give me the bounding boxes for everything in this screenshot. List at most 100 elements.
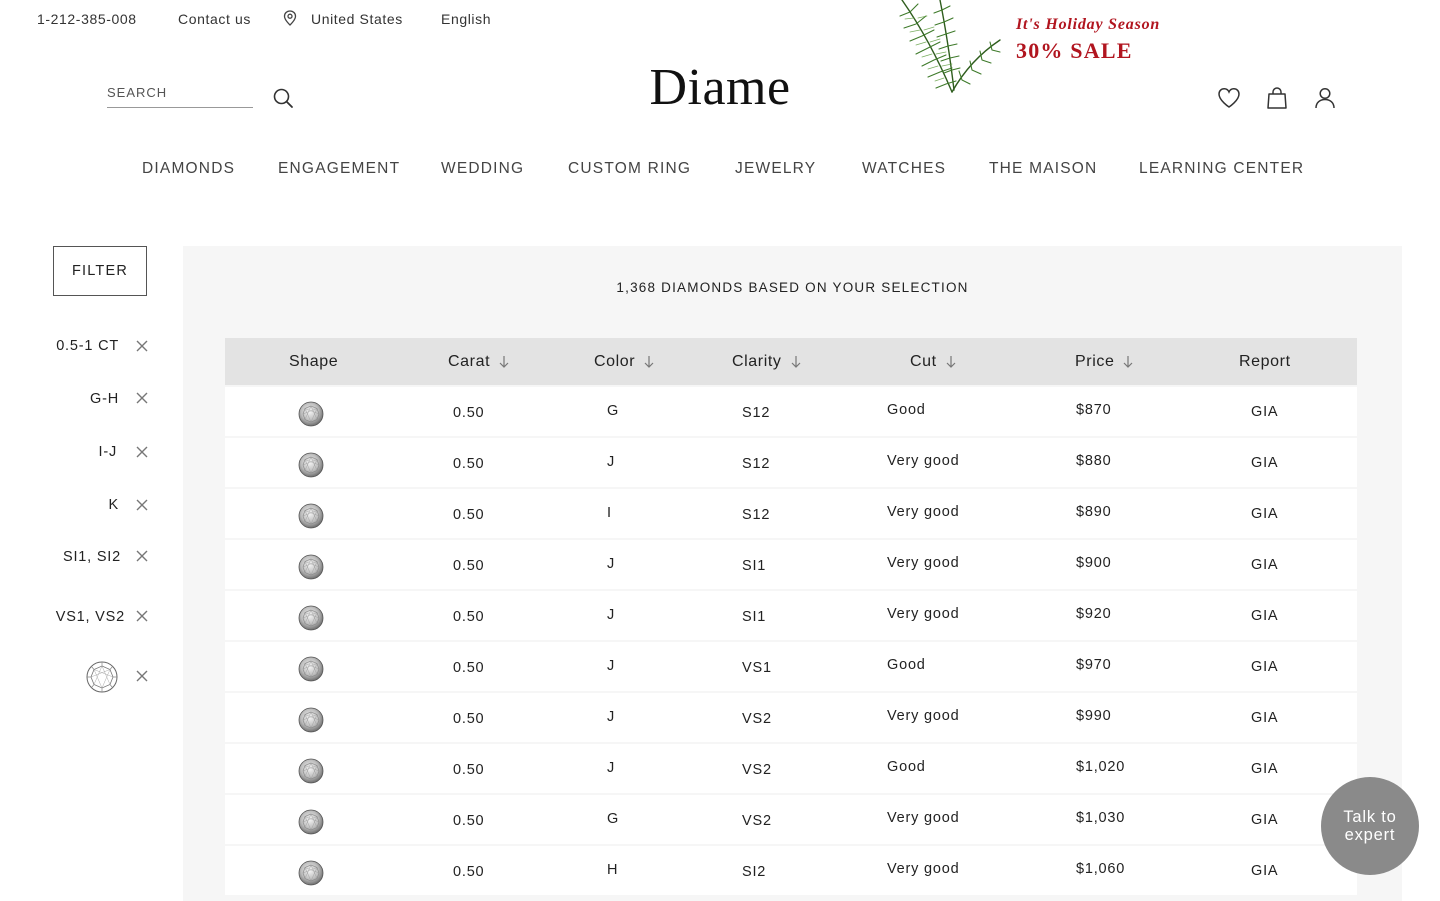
brand-logo[interactable]: Diame [620, 58, 820, 117]
column-header-carat[interactable]: Carat [448, 353, 510, 371]
sort-arrow-down-icon[interactable] [498, 355, 510, 369]
remove-filter-icon[interactable] [134, 390, 150, 406]
filter-button[interactable]: FILTER [53, 246, 147, 296]
country-selector[interactable]: United States [311, 11, 403, 27]
clarity-cell: SI2 [742, 864, 767, 880]
cut-cell: Very good [887, 861, 960, 877]
nav-engagement[interactable]: ENGAGEMENT [278, 160, 400, 178]
language-selector[interactable]: English [441, 11, 491, 27]
color-cell: J [607, 454, 616, 470]
table-row[interactable]: 0.50 J SI1 Very good $920 GIA [225, 591, 1357, 640]
main-nav: DIAMONDS ENGAGEMENT WEDDING CUSTOM RING … [0, 160, 1440, 182]
expert-label-line1: Talk to [1343, 808, 1397, 826]
report-cell[interactable]: GIA [1251, 863, 1278, 879]
carat-cell: 0.50 [453, 813, 485, 829]
clarity-cell: SI1 [742, 558, 767, 574]
remove-filter-icon[interactable] [134, 668, 150, 684]
user-icon[interactable] [1312, 85, 1338, 111]
report-cell[interactable]: GIA [1251, 455, 1278, 471]
report-cell[interactable]: GIA [1251, 710, 1278, 726]
column-header-shape[interactable]: Shape [289, 353, 338, 371]
table-row[interactable]: 0.50 J SI1 Very good $900 GIA [225, 540, 1357, 589]
filter-chip-color-k: K [108, 497, 119, 513]
remove-filter-icon[interactable] [134, 548, 150, 564]
round-diamond-icon [298, 554, 324, 580]
nav-the-maison[interactable]: THE MAISON [989, 160, 1097, 178]
clarity-cell: S12 [742, 405, 771, 421]
search-input[interactable] [107, 85, 253, 100]
remove-filter-icon[interactable] [134, 444, 150, 460]
table-row[interactable]: 0.50 H SI2 Very good $1,060 GIA [225, 846, 1357, 895]
sort-arrow-down-icon[interactable] [1122, 355, 1134, 369]
report-cell[interactable]: GIA [1251, 659, 1278, 675]
filter-chip-carat: 0.5-1 CT [56, 338, 119, 354]
column-header-price[interactable]: Price [1075, 353, 1134, 371]
holiday-promo-banner[interactable]: It's Holiday Season 30% SALE [890, 0, 1190, 95]
filter-chip-color-gh: G-H [90, 391, 119, 407]
round-diamond-icon [298, 656, 324, 682]
nav-jewelry[interactable]: JEWELRY [735, 160, 816, 178]
remove-filter-icon[interactable] [134, 338, 150, 354]
report-cell[interactable]: GIA [1251, 506, 1278, 522]
column-header-cut[interactable]: Cut [910, 353, 957, 371]
price-cell: $880 [1076, 453, 1112, 469]
table-row[interactable]: 0.50 G S12 Good $870 GIA [225, 387, 1357, 436]
nav-custom-ring[interactable]: CUSTOM RING [568, 160, 691, 178]
expert-label-line2: expert [1344, 826, 1396, 844]
sort-arrow-down-icon[interactable] [643, 355, 655, 369]
price-cell: $890 [1076, 504, 1112, 520]
color-cell: G [607, 811, 620, 827]
contact-us-link[interactable]: Contact us [178, 11, 251, 27]
filter-chip-color-ij: I-J [98, 444, 117, 460]
sort-arrow-down-icon[interactable] [790, 355, 802, 369]
round-diamond-icon [298, 809, 324, 835]
promo-headline: It's Holiday Season [1016, 16, 1161, 33]
report-cell[interactable]: GIA [1251, 404, 1278, 420]
carat-cell: 0.50 [453, 609, 485, 625]
cut-cell: Good [887, 759, 926, 775]
remove-filter-icon[interactable] [134, 497, 150, 513]
report-cell[interactable]: GIA [1251, 557, 1278, 573]
table-row[interactable]: 0.50 G VS2 Very good $1,030 GIA [225, 795, 1357, 844]
shopping-bag-icon[interactable] [1264, 85, 1290, 111]
price-cell: $1,030 [1076, 810, 1126, 826]
search-icon[interactable] [272, 87, 294, 109]
carat-cell: 0.50 [453, 456, 485, 472]
filter-chip-clarity-vs: VS1, VS2 [55, 609, 125, 625]
report-cell[interactable]: GIA [1251, 608, 1278, 624]
report-cell[interactable]: GIA [1251, 761, 1278, 777]
heart-icon[interactable] [1216, 85, 1242, 111]
cut-cell: Very good [887, 606, 960, 622]
price-cell: $1,020 [1076, 759, 1126, 775]
remove-filter-icon[interactable] [134, 608, 150, 624]
round-diamond-icon [298, 707, 324, 733]
clarity-cell: VS2 [742, 762, 772, 778]
column-header-report[interactable]: Report [1239, 353, 1291, 371]
filter-chip-clarity-si: SI1, SI2 [63, 549, 121, 565]
column-header-clarity[interactable]: Clarity [732, 353, 802, 371]
location-pin-icon [283, 10, 297, 26]
talk-to-expert-button[interactable]: Talk to expert [1321, 777, 1419, 875]
carat-cell: 0.50 [453, 405, 485, 421]
nav-learning-center[interactable]: LEARNING CENTER [1139, 160, 1304, 178]
clarity-cell: VS2 [742, 813, 772, 829]
nav-watches[interactable]: WATCHES [862, 160, 946, 178]
table-row[interactable]: 0.50 J S12 Very good $880 GIA [225, 438, 1357, 487]
table-row[interactable]: 0.50 J VS2 Very good $990 GIA [225, 693, 1357, 742]
table-row[interactable]: 0.50 J VS1 Good $970 GIA [225, 642, 1357, 691]
table-row[interactable]: 0.50 I S12 Very good $890 GIA [225, 489, 1357, 538]
color-cell: J [607, 607, 616, 623]
phone-number[interactable]: 1-212-385-008 [37, 11, 137, 27]
results-count: 1,368 DIAMONDS BASED ON YOUR SELECTION [616, 280, 969, 295]
sort-arrow-down-icon[interactable] [945, 355, 957, 369]
cut-cell: Very good [887, 555, 960, 571]
cut-cell: Very good [887, 453, 960, 469]
nav-diamonds[interactable]: DIAMONDS [142, 160, 235, 178]
column-header-color[interactable]: Color [594, 353, 655, 371]
report-cell[interactable]: GIA [1251, 812, 1278, 828]
clarity-cell: S12 [742, 507, 771, 523]
price-cell: $1,060 [1076, 861, 1126, 877]
table-row[interactable]: 0.50 J VS2 Good $1,020 GIA [225, 744, 1357, 793]
nav-wedding[interactable]: WEDDING [441, 160, 524, 178]
price-cell: $990 [1076, 708, 1112, 724]
